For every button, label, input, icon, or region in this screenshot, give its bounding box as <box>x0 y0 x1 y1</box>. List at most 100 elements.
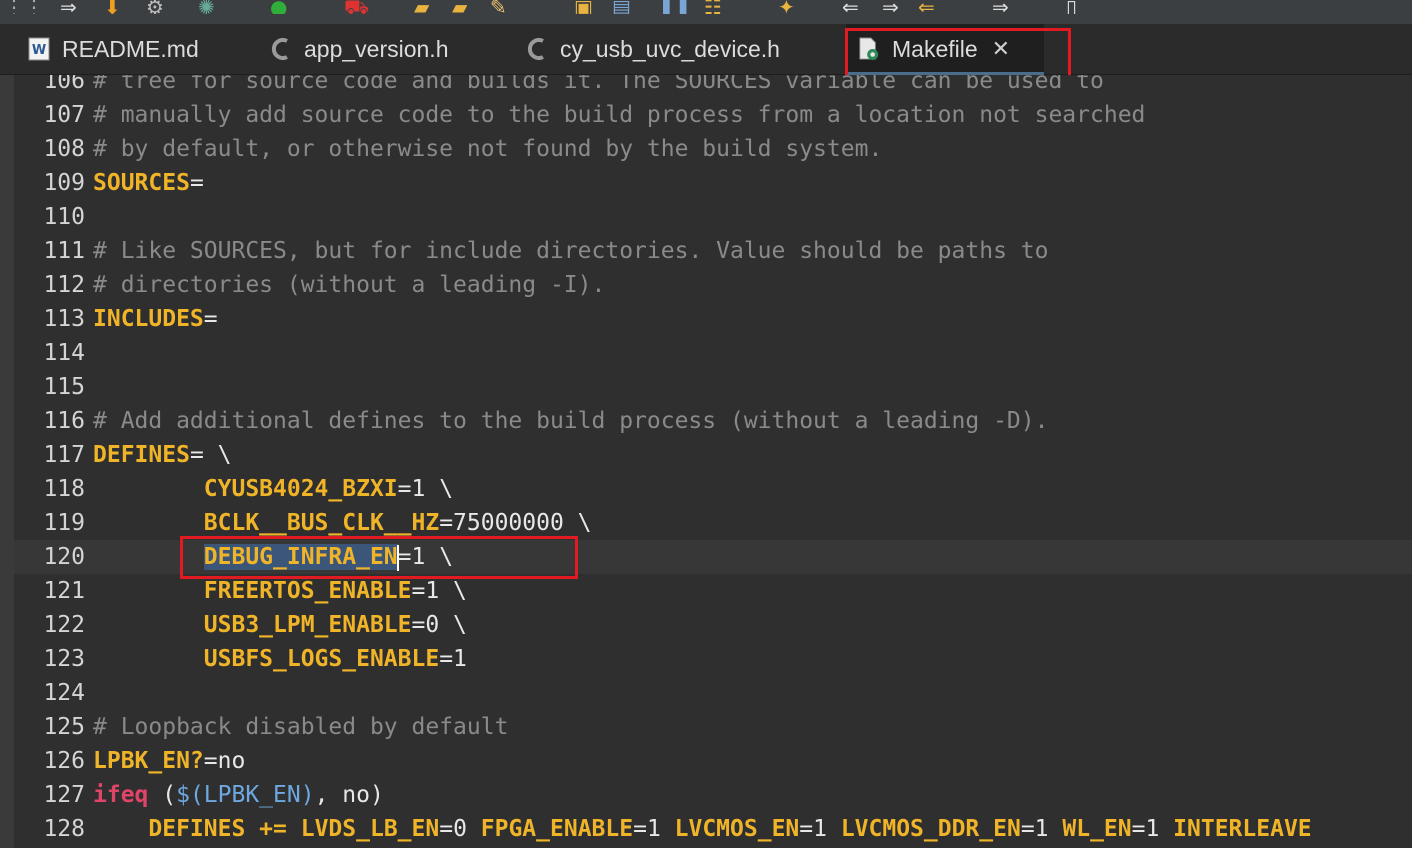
code-text: SOURCES= <box>93 166 204 200</box>
build-gear-icon[interactable]: ⚙ <box>146 0 164 14</box>
code-editor[interactable]: 106 # tree for source code and builds it.… <box>14 75 1412 848</box>
define-value: =1 <box>1020 816 1063 842</box>
code-text: # directories (without a leading -I). <box>93 268 605 302</box>
code-text: # manually add source code to the build … <box>93 98 1145 132</box>
code-line[interactable]: 126 LPBK_EN?=no <box>14 744 1412 778</box>
variable-name: USB3_LPM_ENABLE <box>203 612 412 638</box>
line-number: 111 <box>43 238 85 264</box>
code-line[interactable]: 118 CYUSB4024_BZXI=1 \ <box>14 472 1412 506</box>
word-doc-icon: W <box>28 36 50 62</box>
code-text: USB3_LPM_ENABLE=0 \ <box>93 608 467 642</box>
open-folder-icon[interactable]: ▰ <box>414 0 429 14</box>
task-list-icon[interactable]: ☷ <box>704 0 722 14</box>
line-number: 108 <box>43 136 85 162</box>
tab-app-version-h[interactable]: app_version.h <box>270 24 510 74</box>
close-tab-icon[interactable]: ✕ <box>992 37 1010 62</box>
line-number: 107 <box>43 102 85 128</box>
code-text: # Like SOURCES, but for include director… <box>93 234 1048 268</box>
previous-edit-icon[interactable]: ⇐ <box>842 0 859 14</box>
console-icon[interactable]: ▤ <box>612 0 631 14</box>
line-number: 123 <box>43 646 85 672</box>
code-text: FREERTOS_ENABLE=1 \ <box>93 574 467 608</box>
pause-icon[interactable]: ❚❚ <box>658 0 692 14</box>
run-icon[interactable]: ● <box>270 0 287 14</box>
variable-name: SOURCES <box>93 170 190 196</box>
download-icon[interactable]: ⬇ <box>104 0 121 14</box>
code-text: USBFS_LOGS_ENABLE=1 <box>93 642 467 676</box>
code-line[interactable]: 124 <box>14 676 1412 710</box>
code-line[interactable]: 114 <box>14 336 1412 370</box>
open-project-icon[interactable]: ▰ <box>452 0 467 14</box>
code-line[interactable]: 122 USB3_LPM_ENABLE=0 \ <box>14 608 1412 642</box>
variable-name: LPBK_EN? <box>93 748 204 774</box>
code-line[interactable]: 116 # Add additional defines to the build… <box>14 404 1412 438</box>
variable-reference: $(LPBK_EN) <box>176 782 315 808</box>
debug-icon[interactable]: ✺ <box>198 0 215 14</box>
code-line[interactable]: 113 INCLUDES= <box>14 302 1412 336</box>
comment-text: # directories (without a leading -I). <box>93 272 606 298</box>
external-tool-icon[interactable]: ⛟ <box>344 0 369 14</box>
define-value: =1 <box>1131 816 1174 842</box>
code-line[interactable]: 127 ifeq ($(LPBK_EN), no) <box>14 778 1412 812</box>
comment-text: # by default, or otherwise not found by … <box>93 136 883 162</box>
code-line[interactable]: 120 DEBUG_INFRA_EN=1 \ <box>14 540 1412 574</box>
code-text: DEBUG_INFRA_EN=1 \ <box>93 540 453 574</box>
code-line[interactable]: 110 <box>14 200 1412 234</box>
code-line[interactable]: 106 # tree for source code and builds it.… <box>14 75 1412 98</box>
line-number: 112 <box>43 272 85 298</box>
assignment-value: = <box>189 170 204 196</box>
perspective-icon[interactable]: ⋮⋮ <box>4 0 44 14</box>
code-line[interactable]: 109 SOURCES= <box>14 166 1412 200</box>
code-line[interactable]: 119 BCLK__BUS_CLK__HZ=75000000 \ <box>14 506 1412 540</box>
code-line[interactable]: 115 <box>14 370 1412 404</box>
variable-name: BCLK__BUS_CLK__HZ <box>203 510 440 536</box>
punctuation: , no) <box>314 782 384 808</box>
line-number: 120 <box>43 544 85 570</box>
code-line[interactable]: 128 DEFINES += LVDS_LB_EN=0 FPGA_ENABLE=… <box>14 812 1412 846</box>
line-number: 124 <box>43 680 85 706</box>
line-number: 106 <box>43 75 85 94</box>
tab-cy-usb-uvc-device-h[interactable]: cy_usb_uvc_device.h <box>526 24 826 74</box>
code-text: ifeq ($(LPBK_EN), no) <box>93 778 384 812</box>
svg-text:W: W <box>32 43 46 58</box>
line-number: 118 <box>43 476 85 502</box>
code-text: # Add additional defines to the build pr… <box>93 404 1048 438</box>
assignment-value: = <box>203 306 218 332</box>
variable-name: CYUSB4024_BZXI <box>203 476 398 502</box>
c-header-icon <box>526 36 548 62</box>
define-value: =0 <box>439 816 481 842</box>
edit-icon[interactable]: ✎ <box>490 0 507 14</box>
assignment-value: =1 \ <box>411 578 467 604</box>
forward-history-icon[interactable]: ⇒ <box>992 0 1009 14</box>
line-number: 110 <box>43 204 85 230</box>
code-line[interactable]: 112 # directories (without a leading -I). <box>14 268 1412 302</box>
code-line[interactable]: 108 # by default, or otherwise not found … <box>14 132 1412 166</box>
define-name: FPGA_ENABLE <box>480 816 634 842</box>
punctuation: ( <box>148 782 177 808</box>
back-arrow-icon[interactable]: ⇒ <box>60 0 77 14</box>
line-number: 117 <box>43 442 85 468</box>
code-line[interactable]: 111 # Like SOURCES, but for include direc… <box>14 234 1412 268</box>
code-line[interactable]: 117 DEFINES= \ <box>14 438 1412 472</box>
code-line[interactable]: 123 USBFS_LOGS_ENABLE=1 <box>14 642 1412 676</box>
pin-icon[interactable]: ✦ <box>778 0 795 14</box>
line-number: 122 <box>43 612 85 638</box>
assignment-value: =0 \ <box>411 612 467 638</box>
line-number: 126 <box>43 748 85 774</box>
tab-readme[interactable]: W README.md <box>28 24 246 74</box>
line-number: 127 <box>43 782 85 808</box>
line-number: 119 <box>43 510 85 536</box>
new-document-icon[interactable]: ▯ <box>1066 0 1077 14</box>
tab-label: Makefile <box>892 35 978 62</box>
code-line[interactable]: 107 # manually add source code to the bui… <box>14 98 1412 132</box>
code-line[interactable]: 125 # Loopback disabled by default <box>14 710 1412 744</box>
back-history-icon[interactable]: ⇐ <box>918 0 935 14</box>
next-edit-icon[interactable]: ⇒ <box>882 0 899 14</box>
annotation-icon[interactable]: ▣ <box>574 0 593 14</box>
tab-makefile[interactable]: Makefile ✕ <box>846 24 1044 75</box>
editor-tab-bar: W README.md app_version.h cy_usb_uvc_dev… <box>0 24 1412 75</box>
code-line[interactable]: 121 FREERTOS_ENABLE=1 \ <box>14 574 1412 608</box>
